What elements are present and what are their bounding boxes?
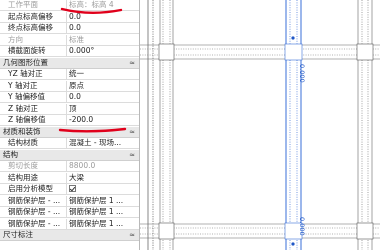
- property-label: Y 轴对正: [8, 80, 38, 90]
- property-row[interactable]: 钢筋保护层 - ... 钢筋保护层 1 ...: [0, 195, 139, 207]
- property-value[interactable]: 大梁: [66, 172, 139, 183]
- structural-plan-view[interactable]: 0.000 0.000: [140, 0, 380, 250]
- property-row[interactable]: 起点标高偏移 0.0: [0, 11, 139, 23]
- property-row[interactable]: Y 轴偏移值 0.0: [0, 92, 139, 103]
- property-label: 结构用途: [8, 172, 38, 182]
- property-label: 钢筋保护层 - ...: [8, 218, 61, 228]
- property-row[interactable]: 钢筋保护层 - ... 钢筋保护层 1 ...: [0, 207, 139, 218]
- category-label: 几何图形位置: [3, 57, 48, 67]
- property-row[interactable]: 结构用途 大梁: [0, 172, 139, 184]
- beam-offset-tag-bottom[interactable]: 0.000: [298, 217, 306, 236]
- property-label: 工作平面: [8, 0, 38, 9]
- beam-top-horizontal[interactable]: [140, 44, 380, 60]
- property-row[interactable]: 横截面旋转 0.000°: [0, 46, 139, 57]
- beam-column-left-vertical[interactable]: [159, 0, 174, 250]
- category-label: 材质和装饰: [3, 126, 41, 136]
- property-row[interactable]: Z 轴对正 顶: [0, 103, 139, 115]
- beam-left-vertical[interactable]: [147, 0, 154, 250]
- property-label: 剪切长度: [8, 161, 38, 170]
- collapse-chevron-icon[interactable]: ≈: [129, 230, 135, 240]
- property-value: 8800.0: [66, 161, 139, 171]
- property-value[interactable]: 0.0: [66, 23, 139, 33]
- beam-end-grip-bottom[interactable]: [291, 242, 295, 246]
- category-label: 结构: [3, 149, 18, 159]
- property-value[interactable]: 钢筋保护层 1 ...: [66, 218, 139, 229]
- property-label: 启用分析模型: [8, 184, 53, 193]
- property-row[interactable]: 终点标高偏移 0.0: [0, 23, 139, 34]
- property-label: Z 轴偏移值: [8, 115, 46, 124]
- property-row[interactable]: YZ 轴对正 统一: [0, 69, 139, 80]
- beam-offset-tag-top[interactable]: 0.000: [298, 64, 306, 83]
- column-markers: [158, 43, 374, 240]
- properties-panel: 工作平面 标高：标高 4 起点标高偏移 0.0 终点标高偏移 0.0 方向 标准横截面旋转 0.…: [0, 0, 140, 250]
- collapse-chevron-icon[interactable]: ≈: [129, 150, 135, 160]
- category-header[interactable]: 结构 ≈: [0, 149, 139, 161]
- property-value[interactable]: 0.000°: [66, 46, 139, 56]
- property-label: Z 轴对正: [8, 103, 39, 113]
- property-value[interactable]: 顶: [66, 103, 139, 114]
- property-label: 钢筋保护层 - ...: [8, 195, 61, 205]
- property-row[interactable]: 工作平面 标高：标高 4: [0, 0, 139, 11]
- property-label: 横截面旋转: [8, 46, 46, 55]
- property-value[interactable]: 0.0: [66, 11, 139, 22]
- property-label: Y 轴偏移值: [8, 92, 45, 101]
- property-row[interactable]: 钢筋保护层 - ... 钢筋保护层 1 ...: [0, 218, 139, 230]
- property-label: 起点标高偏移: [8, 11, 53, 21]
- property-value[interactable]: -200.0: [66, 115, 139, 125]
- checkbox-checked[interactable]: [69, 185, 76, 192]
- property-value: 标高：标高 4: [66, 0, 139, 10]
- property-checkbox-cell[interactable]: [66, 184, 139, 194]
- property-row[interactable]: Y 轴对正 原点: [0, 80, 139, 92]
- property-value[interactable]: 混凝土 - 现场...: [66, 138, 139, 148]
- property-value[interactable]: 原点: [66, 80, 139, 91]
- property-label: 钢筋保护层 - ...: [8, 207, 61, 216]
- category-label: 尺寸标注: [3, 230, 33, 239]
- property-row[interactable]: 启用分析模型: [0, 184, 139, 195]
- property-label: 方向: [8, 34, 23, 44]
- property-label: 结构材质: [8, 138, 38, 147]
- property-label: YZ 轴对正: [8, 69, 43, 78]
- beam-end-grip-top[interactable]: [291, 36, 295, 40]
- beam-right-vertical[interactable]: [357, 0, 373, 250]
- property-row[interactable]: Z 轴偏移值 -200.0: [0, 115, 139, 126]
- property-value[interactable]: 0.0: [66, 92, 139, 102]
- property-row[interactable]: 方向 标准: [0, 34, 139, 46]
- category-header[interactable]: 材质和装饰 ≈: [0, 126, 139, 138]
- category-header[interactable]: 尺寸标注 ≈: [0, 230, 139, 241]
- property-row[interactable]: 结构材质 混凝土 - 现场...: [0, 138, 139, 149]
- category-header[interactable]: 几何图形位置 ≈: [0, 57, 139, 69]
- collapse-chevron-icon[interactable]: ≈: [129, 58, 135, 68]
- property-value[interactable]: 钢筋保护层 1 ...: [66, 207, 139, 217]
- property-value: 标准: [66, 34, 139, 45]
- property-label: 终点标高偏移: [8, 23, 53, 32]
- property-value[interactable]: 统一: [66, 69, 139, 79]
- property-value[interactable]: 钢筋保护层 1 ...: [66, 195, 139, 206]
- drawing-canvas[interactable]: 0.000 0.000: [140, 0, 380, 250]
- collapse-chevron-icon[interactable]: ≈: [129, 127, 135, 137]
- beam-bottom-horizontal[interactable]: [140, 223, 380, 239]
- property-row[interactable]: 剪切长度 8800.0: [0, 161, 139, 172]
